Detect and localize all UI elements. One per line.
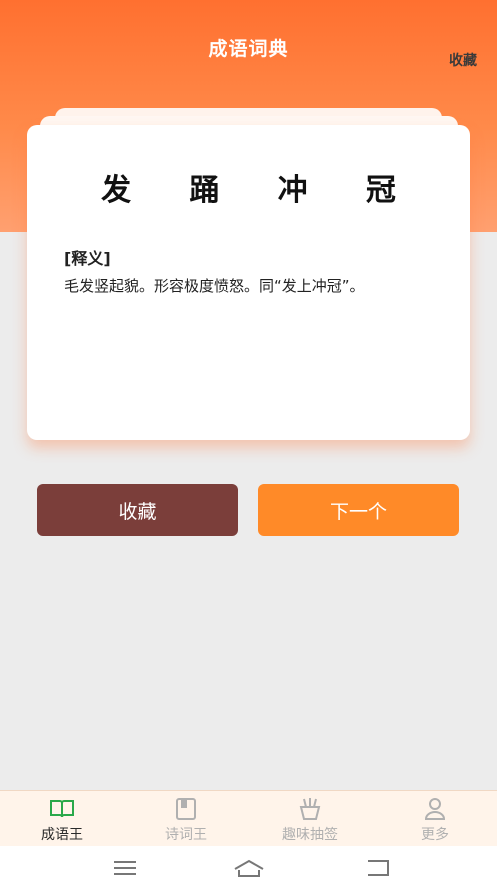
tab-label: 趣味抽签	[282, 827, 338, 843]
back-icon[interactable]	[364, 858, 392, 878]
idiom-char: 冲	[277, 173, 308, 208]
idiom-card: 发 踊 冲 冠 [释义] 毛发竖起貌。形容极度愤怒。同“发上冲冠”。	[27, 125, 470, 440]
idiom-char: 踊	[189, 173, 220, 208]
definition-text: 毛发竖起貌。形容极度愤怒。同“发上冲冠”。	[64, 277, 365, 295]
collect-button[interactable]: 收藏	[37, 484, 238, 536]
idiom-char: 冠	[365, 173, 396, 208]
next-button[interactable]: 下一个	[258, 484, 459, 536]
lottery-icon	[299, 798, 321, 820]
idiom-text: 发 踊 冲 冠	[27, 165, 470, 209]
tab-label: 更多	[421, 827, 449, 843]
book-icon	[176, 798, 196, 820]
bottom-tab-bar: 成语王 诗词王 趣味抽签 更多	[0, 790, 497, 847]
tab-idiom-king[interactable]: 成语王	[12, 797, 112, 844]
system-nav-bar	[0, 846, 497, 891]
definition-heading: [释义]	[64, 249, 111, 268]
page-title: 成语词典	[208, 38, 289, 60]
book-open-icon	[50, 800, 74, 818]
user-icon	[424, 798, 446, 820]
tab-more[interactable]: 更多	[385, 797, 485, 844]
idiom-char: 发	[101, 173, 132, 208]
favorites-link[interactable]: 收藏	[449, 50, 477, 70]
tab-poetry-king[interactable]: 诗词王	[136, 797, 236, 844]
tab-label: 诗词王	[165, 827, 207, 843]
tab-label: 成语王	[41, 827, 83, 843]
home-icon[interactable]	[232, 858, 266, 878]
tab-fun-lottery[interactable]: 趣味抽签	[260, 797, 360, 844]
menu-icon[interactable]	[112, 858, 138, 878]
